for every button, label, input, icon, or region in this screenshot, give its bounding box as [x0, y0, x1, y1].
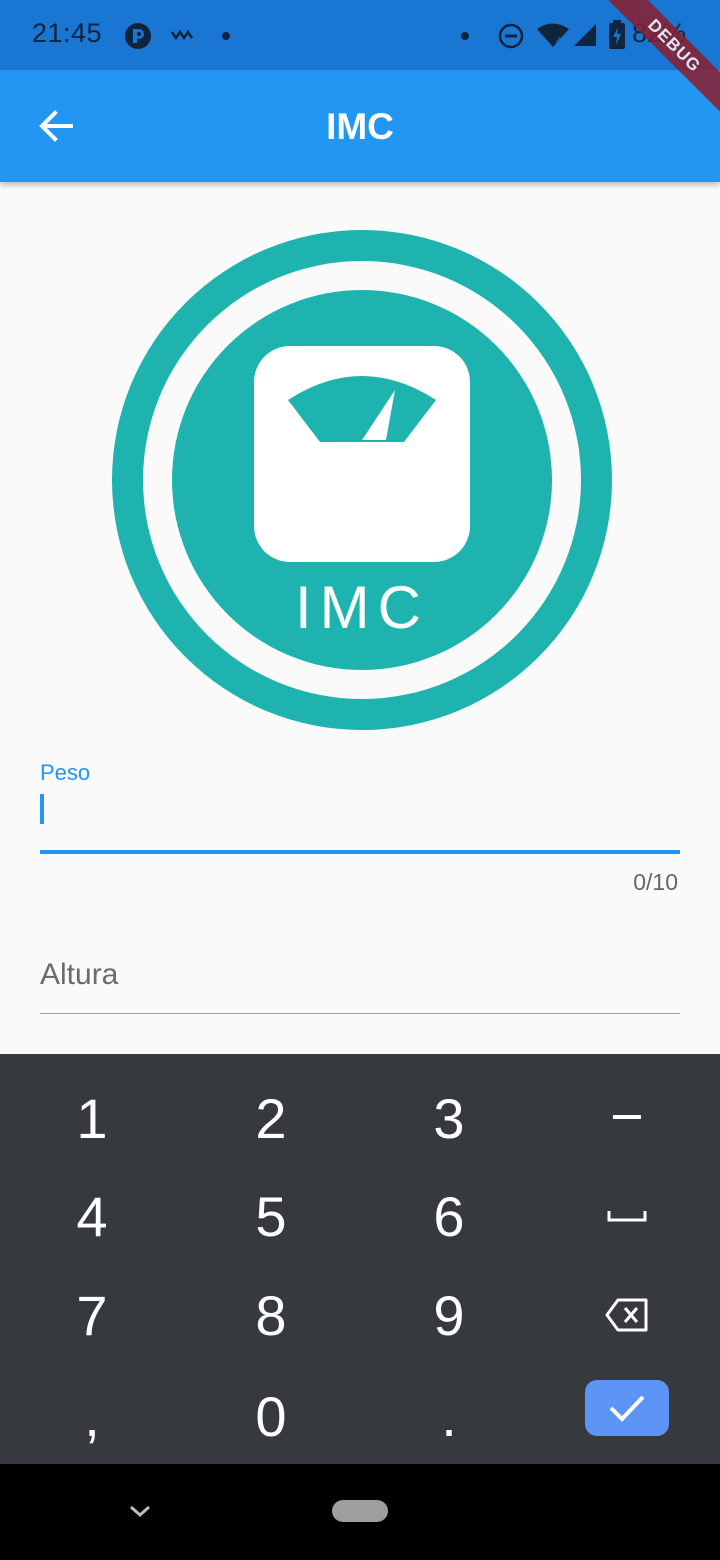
key-4[interactable]: 4 — [3, 1167, 181, 1265]
key-minus[interactable] — [538, 1069, 716, 1167]
key-period[interactable]: . — [360, 1367, 538, 1465]
key-5[interactable]: 5 — [182, 1167, 360, 1265]
key-0[interactable]: 0 — [182, 1367, 360, 1465]
logo-text: IMC — [295, 574, 429, 641]
page-title: IMC — [326, 106, 394, 147]
check-icon — [609, 1395, 645, 1422]
status-time: 21:45 — [32, 18, 103, 48]
nav-back-button[interactable] — [120, 1496, 160, 1526]
p-app-icon — [125, 23, 151, 49]
key-9[interactable]: 9 — [360, 1266, 538, 1364]
altura-field[interactable] — [40, 930, 680, 1014]
key-7[interactable]: 7 — [3, 1266, 181, 1364]
imc-logo: IMC — [112, 230, 612, 730]
signal-4g-icon — [574, 24, 596, 46]
home-pill-icon[interactable] — [332, 1500, 388, 1522]
dot-icon — [222, 32, 230, 40]
key-8[interactable]: 8 — [182, 1266, 360, 1364]
backspace-icon — [605, 1298, 648, 1332]
chevron-down-icon — [130, 1505, 150, 1518]
space-icon — [607, 1211, 647, 1222]
done-button[interactable] — [585, 1380, 669, 1436]
wavy-icon — [170, 29, 194, 41]
key-space[interactable] — [538, 1167, 716, 1265]
svg-text:4: 4 — [556, 36, 562, 47]
key-backspace[interactable] — [538, 1266, 716, 1364]
key-comma[interactable]: , — [3, 1367, 181, 1465]
status-bar: 21:45 4 82% — [0, 0, 720, 70]
peso-label: Peso — [40, 760, 91, 785]
key-3[interactable]: 3 — [360, 1069, 538, 1167]
key-2[interactable]: 2 — [182, 1069, 360, 1167]
peso-field[interactable] — [40, 850, 680, 854]
do-not-disturb-icon — [498, 23, 524, 49]
scale-icon — [254, 346, 470, 562]
peso-counter: 0/10 — [633, 869, 678, 895]
key-6[interactable]: 6 — [360, 1167, 538, 1265]
key-1[interactable]: 1 — [3, 1069, 181, 1167]
app-bar: IMC — [0, 70, 720, 182]
screen: 21:45 4 82% DEBUG — [0, 0, 720, 1560]
minus-icon — [613, 1115, 641, 1119]
numeric-keyboard: 1 2 3 4 5 6 7 8 9 , 0 . — [0, 1054, 720, 1464]
wifi-icon: 4 — [537, 23, 569, 47]
text-cursor — [40, 794, 44, 824]
battery-charging-icon — [609, 20, 625, 49]
dot-icon — [461, 32, 469, 40]
